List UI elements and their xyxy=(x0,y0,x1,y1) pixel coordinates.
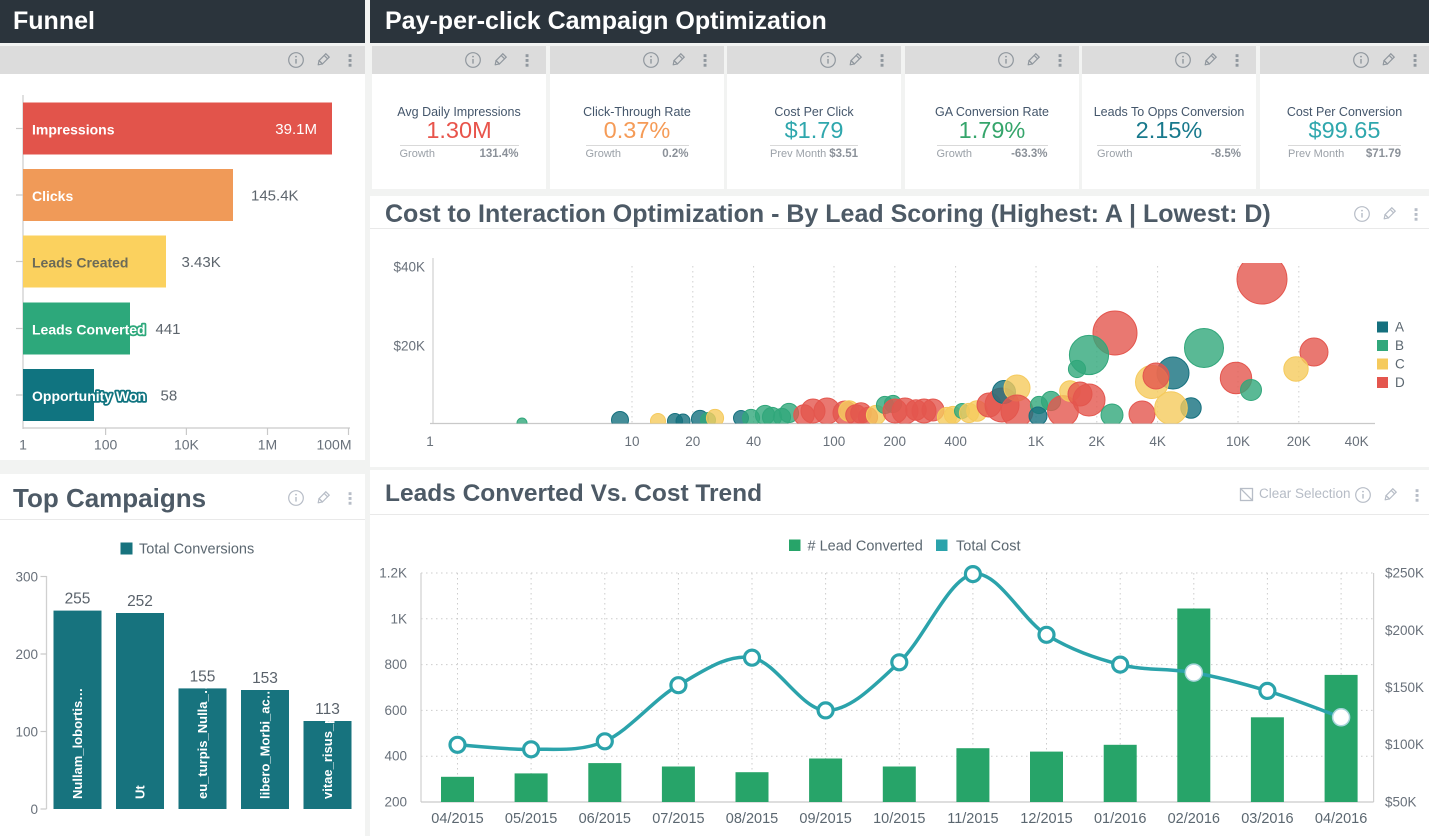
svg-text:libero_Morbi_ac…: libero_Morbi_ac… xyxy=(258,686,273,799)
svg-text:2K: 2K xyxy=(1089,434,1106,449)
svg-text:Ut: Ut xyxy=(133,785,148,799)
svg-text:255: 255 xyxy=(65,591,91,608)
svg-text:Opportunity Won: Opportunity Won xyxy=(32,388,146,404)
svg-text:441: 441 xyxy=(156,321,181,338)
svg-text:153: 153 xyxy=(252,670,278,687)
svg-text:1: 1 xyxy=(426,434,434,449)
svg-text:12/2015: 12/2015 xyxy=(1020,811,1072,827)
svg-text:252: 252 xyxy=(127,593,153,610)
svg-text:1K: 1K xyxy=(1028,434,1045,449)
svg-text:Leads Created: Leads Created xyxy=(32,255,128,271)
svg-text:Leads Converted: Leads Converted xyxy=(32,322,146,338)
svg-text:100: 100 xyxy=(94,437,118,453)
svg-text:600: 600 xyxy=(384,703,407,718)
svg-text:06/2015: 06/2015 xyxy=(579,811,631,827)
svg-text:07/2015: 07/2015 xyxy=(652,811,704,827)
svg-text:1M: 1M xyxy=(258,437,277,453)
svg-text:100M: 100M xyxy=(316,437,351,453)
svg-text:20K: 20K xyxy=(1287,434,1311,449)
svg-text:300: 300 xyxy=(15,570,38,585)
svg-text:04/2015: 04/2015 xyxy=(431,811,483,827)
svg-text:Total Conversions: Total Conversions xyxy=(139,542,254,558)
svg-text:$50K: $50K xyxy=(1385,795,1417,810)
svg-text:400: 400 xyxy=(384,749,407,764)
svg-text:$20K: $20K xyxy=(393,339,425,354)
svg-text:100: 100 xyxy=(15,725,38,740)
svg-text:08/2015: 08/2015 xyxy=(726,811,778,827)
svg-text:C: C xyxy=(1395,357,1405,372)
svg-text:$150K: $150K xyxy=(1385,680,1424,695)
svg-text:10K: 10K xyxy=(1226,434,1250,449)
svg-text:100: 100 xyxy=(823,434,846,449)
svg-text:1: 1 xyxy=(19,437,27,453)
svg-text:09/2015: 09/2015 xyxy=(799,811,851,827)
svg-text:145.4K: 145.4K xyxy=(251,188,299,205)
svg-text:1K: 1K xyxy=(390,611,407,626)
svg-text:40: 40 xyxy=(746,434,761,449)
svg-text:11/2015: 11/2015 xyxy=(947,811,998,827)
svg-text:$200K: $200K xyxy=(1385,623,1424,638)
svg-text:05/2015: 05/2015 xyxy=(505,811,557,827)
svg-text:$40K: $40K xyxy=(393,260,425,275)
svg-text:10K: 10K xyxy=(174,437,200,453)
svg-text:400: 400 xyxy=(944,434,967,449)
svg-text:40K: 40K xyxy=(1345,434,1369,449)
svg-text:# Lead Converted: # Lead Converted xyxy=(808,539,923,555)
svg-text:Nullam_lobortis…: Nullam_lobortis… xyxy=(70,688,85,799)
svg-text:04/2016: 04/2016 xyxy=(1315,811,1367,827)
svg-text:03/2016: 03/2016 xyxy=(1241,811,1293,827)
svg-text:200: 200 xyxy=(884,434,907,449)
svg-text:4K: 4K xyxy=(1149,434,1166,449)
svg-text:B: B xyxy=(1395,338,1404,353)
svg-text:Total Cost: Total Cost xyxy=(956,539,1020,555)
svg-text:3.43K: 3.43K xyxy=(182,254,221,271)
svg-text:D: D xyxy=(1395,375,1405,390)
svg-text:113: 113 xyxy=(315,701,340,718)
svg-text:10/2015: 10/2015 xyxy=(873,811,925,827)
svg-text:Impressions: Impressions xyxy=(32,122,115,138)
svg-text:20: 20 xyxy=(685,434,700,449)
svg-text:155: 155 xyxy=(190,668,216,685)
svg-text:eu_turpis_Nulla_…: eu_turpis_Nulla_… xyxy=(195,681,210,799)
svg-text:10: 10 xyxy=(624,434,639,449)
svg-text:$250K: $250K xyxy=(1385,566,1424,581)
svg-text:58: 58 xyxy=(161,388,178,405)
svg-text:A: A xyxy=(1395,320,1404,335)
svg-text:$100K: $100K xyxy=(1385,737,1424,752)
svg-text:02/2016: 02/2016 xyxy=(1168,811,1220,827)
svg-text:1.2K: 1.2K xyxy=(379,566,407,581)
svg-text:800: 800 xyxy=(384,657,407,672)
svg-text:200: 200 xyxy=(15,647,38,662)
svg-text:0: 0 xyxy=(30,802,38,817)
svg-text:39.1M: 39.1M xyxy=(275,121,317,138)
svg-text:200: 200 xyxy=(384,795,407,810)
svg-text:01/2016: 01/2016 xyxy=(1094,811,1146,827)
svg-text:Clicks: Clicks xyxy=(32,188,73,204)
